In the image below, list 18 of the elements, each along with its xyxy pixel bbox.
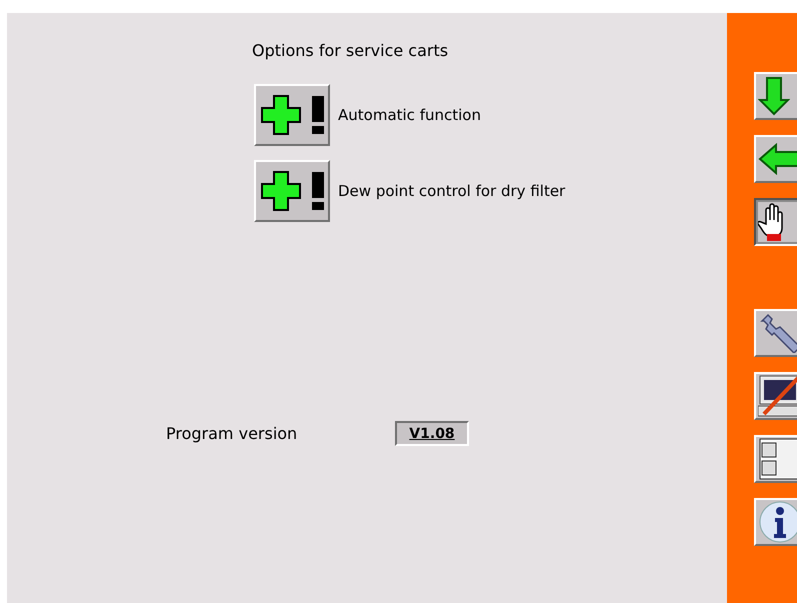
page-title: Options for service carts bbox=[252, 41, 448, 60]
left-arrow-icon bbox=[758, 143, 797, 175]
option-button[interactable] bbox=[254, 84, 330, 146]
option-label: Dew point control for dry filter bbox=[338, 182, 566, 200]
exclamation-icon bbox=[312, 172, 324, 210]
plus-icon bbox=[260, 170, 302, 212]
info-icon bbox=[758, 500, 797, 544]
version-value: V1.08 bbox=[395, 421, 469, 446]
option-button[interactable] bbox=[254, 160, 330, 222]
exclamation-icon bbox=[312, 96, 324, 134]
sidebar-button[interactable] bbox=[754, 198, 797, 246]
computer-icon bbox=[758, 374, 797, 418]
option-label: Automatic function bbox=[338, 106, 481, 124]
version-label: Program version bbox=[166, 424, 298, 443]
filing-cabinet-icon bbox=[758, 437, 797, 481]
plus-icon bbox=[260, 94, 302, 136]
down-arrow-icon bbox=[758, 76, 790, 116]
wrench-icon bbox=[758, 313, 797, 353]
